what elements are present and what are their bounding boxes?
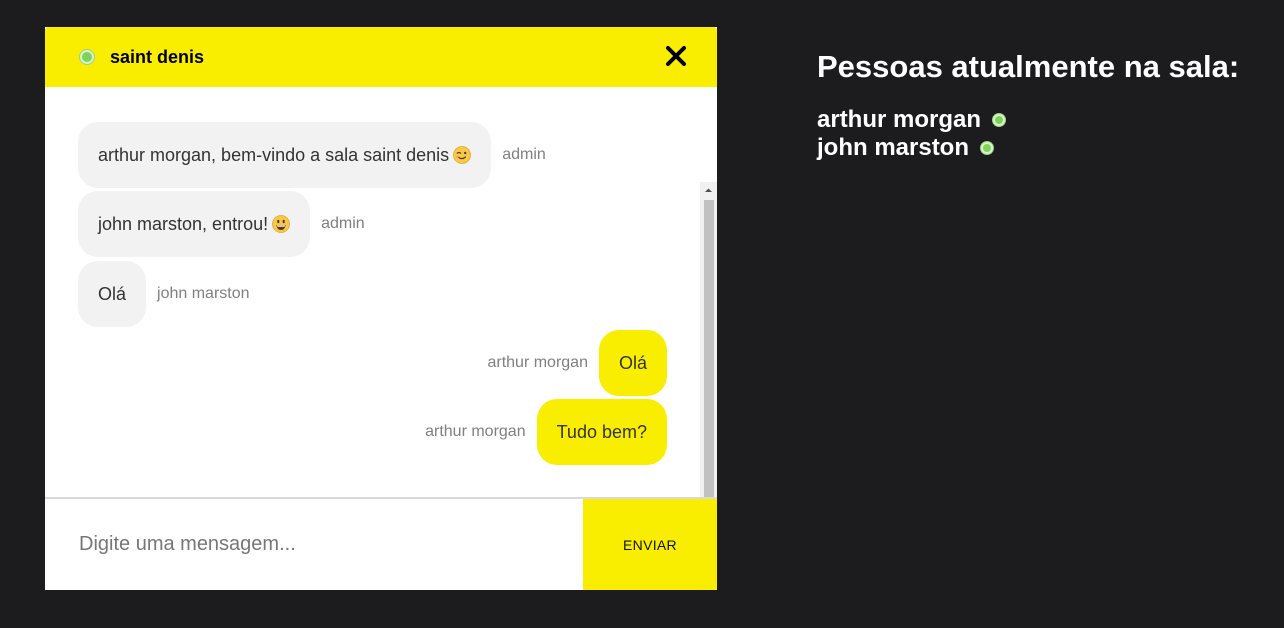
chat-window: saint denis arthur morgan, bem-vindo a s…	[45, 27, 717, 590]
message-list[interactable]: arthur morgan, bem-vindo a sala saint de…	[45, 87, 717, 527]
message-bubble: john marston, entrou!	[78, 191, 311, 257]
scroll-up-arrow-icon[interactable]	[700, 182, 717, 199]
message-bubble: Olá	[598, 330, 667, 396]
person-item: john marston	[817, 134, 1239, 162]
message-row: Tudo bem? arthur morgan	[414, 399, 667, 465]
message-sender: john marston	[157, 285, 250, 302]
online-status-icon	[983, 144, 992, 152]
send-button[interactable]: ENVIAR	[583, 499, 717, 590]
message-text: arthur morgan, bem-vindo a sala saint de…	[98, 144, 450, 165]
message-composer: ENVIAR	[45, 497, 717, 590]
message-text: john marston, entrou!	[98, 213, 269, 234]
people-panel: Pessoas atualmente na sala: arthur morga…	[817, 48, 1239, 162]
online-status-icon	[995, 116, 1004, 124]
scroll-thumb[interactable]	[704, 200, 714, 507]
room-name: saint denis	[110, 46, 205, 67]
wink-emoji-icon	[453, 146, 472, 164]
person-item: arthur morgan	[817, 106, 1239, 134]
message-text: Tudo bem?	[556, 421, 647, 442]
message-row: arthur morgan, bem-vindo a sala saint de…	[78, 122, 557, 188]
message-sender: arthur morgan	[487, 354, 588, 371]
person-name: john marston	[817, 134, 970, 161]
message-sender: admin	[321, 215, 365, 232]
message-row: Olá arthur morgan	[476, 330, 667, 396]
message-sender: arthur morgan	[425, 423, 526, 440]
message-bubble: Tudo bem?	[536, 399, 667, 465]
message-bubble: arthur morgan, bem-vindo a sala saint de…	[78, 122, 492, 188]
message-text: Olá	[98, 283, 127, 304]
message-row: Olá john marston	[78, 261, 261, 327]
message-input[interactable]	[45, 499, 583, 590]
scrollbar[interactable]	[700, 182, 717, 527]
message-sender: admin	[502, 146, 546, 163]
people-title: Pessoas atualmente na sala:	[817, 49, 1240, 84]
online-status-icon	[82, 52, 92, 62]
message-bubble: Olá	[78, 261, 147, 327]
chat-header: saint denis	[45, 27, 717, 87]
close-icon[interactable]	[665, 45, 687, 67]
message-text: Olá	[618, 352, 647, 373]
person-name: arthur morgan	[817, 106, 982, 133]
message-row: john marston, entrou! admin	[78, 191, 376, 257]
grin-emoji-icon	[272, 215, 291, 233]
